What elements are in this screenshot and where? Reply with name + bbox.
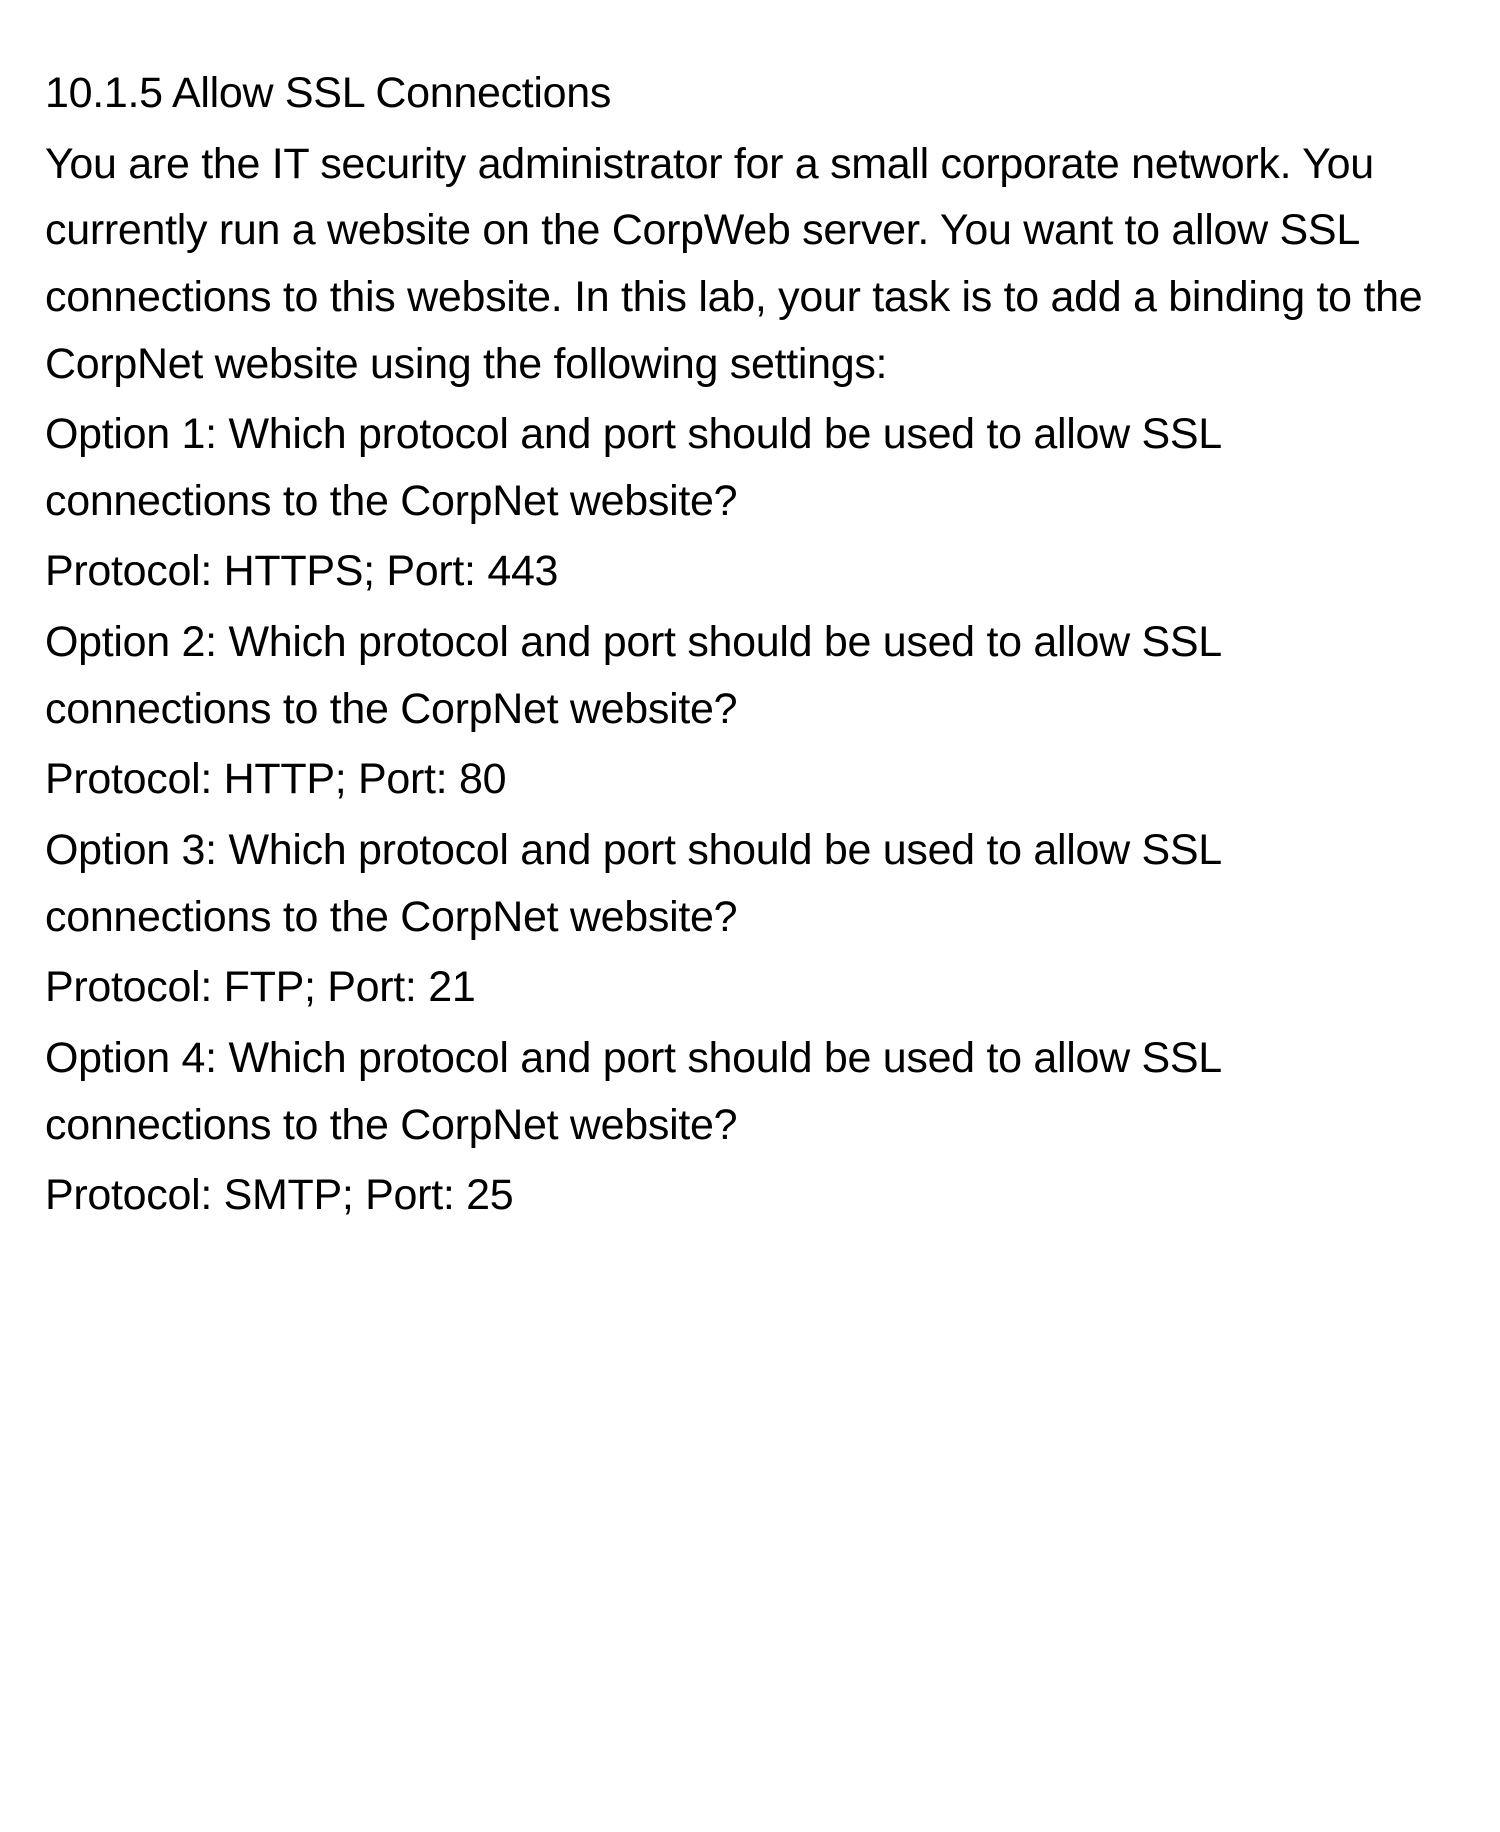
option-2-answer: Protocol: HTTP; Port: 80 bbox=[45, 746, 1455, 813]
intro-paragraph: You are the IT security administrator fo… bbox=[45, 131, 1455, 398]
option-1-answer: Protocol: HTTPS; Port: 443 bbox=[45, 538, 1455, 605]
option-3-answer: Protocol: FTP; Port: 21 bbox=[45, 954, 1455, 1021]
document-heading: 10.1.5 Allow SSL Connections bbox=[45, 60, 1455, 127]
option-2-question: Option 2: Which protocol and port should… bbox=[45, 609, 1455, 742]
option-4-answer: Protocol: SMTP; Port: 25 bbox=[45, 1162, 1455, 1229]
option-1-question: Option 1: Which protocol and port should… bbox=[45, 401, 1455, 534]
option-3-question: Option 3: Which protocol and port should… bbox=[45, 817, 1455, 950]
option-4-question: Option 4: Which protocol and port should… bbox=[45, 1025, 1455, 1158]
